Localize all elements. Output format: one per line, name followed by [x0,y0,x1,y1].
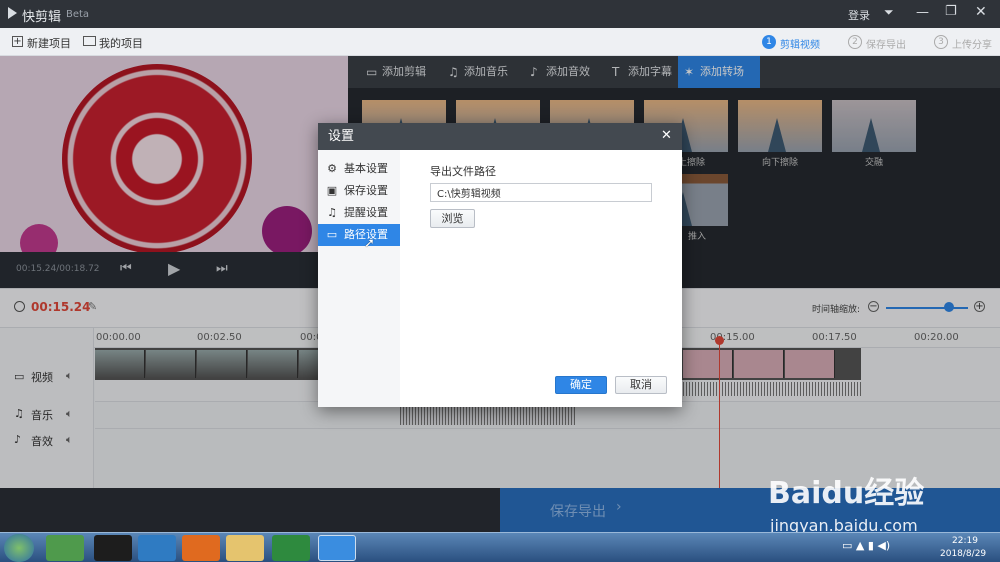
menu-dropdown-icon[interactable]: ⏷ [884,5,894,20]
title-bar: 快剪辑 Beta 登录 ⏷ — ❐ ✕ [0,0,1000,28]
export-path-input[interactable] [430,183,652,202]
browse-button[interactable]: 浏览 [430,209,475,228]
step-2-number: 2 [848,35,862,49]
start-button[interactable] [4,534,34,562]
folder-icon [83,36,96,46]
taskbar-app-qq[interactable] [94,535,132,561]
menu-item-save[interactable]: ▣ 保存设置 [318,180,400,202]
my-projects-button[interactable]: 我的项目 [99,35,143,51]
cancel-button[interactable]: 取消 [615,376,667,394]
watermark-brand: Baidu经验 [768,476,925,511]
windows-taskbar: ▭ ▲ ▮ ◀) 22:19 2018/8/29 [0,532,1000,562]
new-project-button[interactable]: 新建项目 [27,35,71,51]
system-tray-icons[interactable]: ▭ ▲ ▮ ◀) [842,539,890,552]
step-3-number: 3 [934,35,948,49]
export-path-label: 导出文件路径 [430,165,496,178]
step-1-number: 1 [762,35,776,49]
save-icon: ▣ [326,184,338,197]
app-badge: Beta [66,9,90,20]
folder-icon: ▭ [326,228,338,241]
taskbar-date[interactable]: 2018/8/29 [940,549,986,559]
minimize-icon[interactable]: — [916,5,929,20]
taskbar-app-kuaijianji[interactable] [318,535,356,561]
step-1-label[interactable]: 剪辑视频 [780,36,820,51]
close-icon[interactable]: ✕ [975,4,987,20]
app-logo-icon [8,7,17,19]
ok-button[interactable]: 确定 [555,376,607,394]
menu-item-reminder[interactable]: ♫ 提醒设置 [318,202,400,224]
dialog-close-icon[interactable]: ✕ [661,129,672,143]
maximize-icon[interactable]: ❐ [945,4,957,19]
login-link[interactable]: 登录 [848,7,870,23]
app-name: 快剪辑 [22,10,62,25]
taskbar-app-explorer[interactable] [226,535,264,561]
gear-icon: ⚙ [327,162,337,175]
project-toolbar: + 新建项目 我的项目 1 剪辑视频 2 保存导出 3 上传分享 [0,28,1000,56]
new-project-icon: + [12,36,23,47]
step-2-label[interactable]: 保存导出 [866,36,906,51]
menu-item-path[interactable]: ▭ 路径设置 [318,224,400,246]
dialog-title: 设置 [328,129,355,144]
taskbar-app-browser[interactable] [182,535,220,561]
taskbar-app-1[interactable] [46,535,84,561]
step-3-label[interactable]: 上传分享 [952,36,992,51]
bell-icon: ♫ [327,206,337,219]
settings-dialog: 设置 ✕ ⚙基本设置 ▣保存设置 ♫提醒设置 ▭路径设置 导出文件路径 浏览 确… [318,123,682,407]
taskbar-app-6[interactable] [272,535,310,561]
settings-menu: ⚙ 基本设置 ▣ 保存设置 ♫ 提醒设置 ▭ 路径设置 [318,150,400,407]
taskbar-app-3[interactable] [138,535,176,561]
mouse-cursor-icon: ➚ [364,236,375,251]
menu-item-basic[interactable]: ⚙ 基本设置 [318,158,400,180]
watermark: Baidu经验 jingyan.baidu.com [768,468,998,540]
taskbar-time[interactable]: 22:19 [952,536,978,546]
dialog-title-bar: 设置 ✕ [318,123,682,150]
